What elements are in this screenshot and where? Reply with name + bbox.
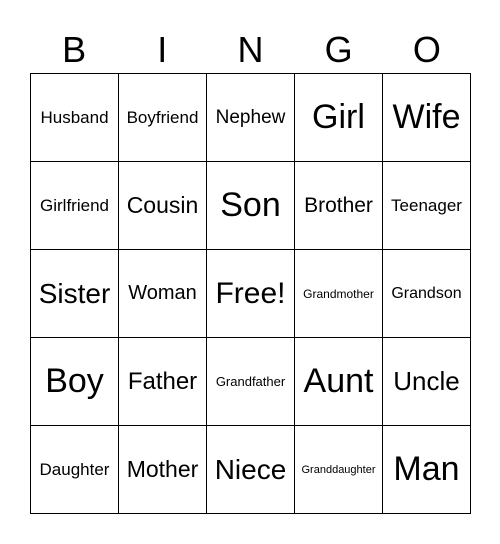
bingo-cell: Sister bbox=[31, 250, 119, 338]
bingo-cell: Nephew bbox=[207, 74, 295, 162]
bingo-cell: Aunt bbox=[295, 338, 383, 426]
bingo-cell: Teenager bbox=[383, 162, 471, 250]
header-letter-b: B bbox=[62, 29, 87, 70]
bingo-cell: Husband bbox=[31, 74, 119, 162]
header-letter-g: G bbox=[324, 29, 353, 70]
bingo-cell: Brother bbox=[295, 162, 383, 250]
bingo-cell: Granddaughter bbox=[295, 426, 383, 514]
bingo-cell: Grandson bbox=[383, 250, 471, 338]
bingo-cell: Grandmother bbox=[295, 250, 383, 338]
bingo-cell: Woman bbox=[119, 250, 207, 338]
header-letter-n: N bbox=[237, 29, 264, 70]
bingo-cell: Father bbox=[119, 338, 207, 426]
bingo-cell: Mother bbox=[119, 426, 207, 514]
bingo-cell: Boyfriend bbox=[119, 74, 207, 162]
bingo-cell: Son bbox=[207, 162, 295, 250]
bingo-cell: Uncle bbox=[383, 338, 471, 426]
bingo-header: B I N G O bbox=[30, 28, 471, 72]
bingo-cell: Man bbox=[383, 426, 471, 514]
bingo-cell: Free! bbox=[207, 250, 295, 338]
bingo-cell: Girlfriend bbox=[31, 162, 119, 250]
bingo-grid: Husband Boyfriend Nephew Girl Wife Girlfriend… bbox=[30, 73, 471, 514]
bingo-cell: Wife bbox=[383, 74, 471, 162]
header-letter-o: O bbox=[412, 29, 441, 70]
bingo-cell: Girl bbox=[295, 74, 383, 162]
bingo-cell: Niece bbox=[207, 426, 295, 514]
bingo-cell: Cousin bbox=[119, 162, 207, 250]
bingo-cell: Boy bbox=[31, 338, 119, 426]
bingo-cell: Grandfather bbox=[207, 338, 295, 426]
header-letter-i: I bbox=[157, 29, 168, 70]
bingo-cell: Daughter bbox=[31, 426, 119, 514]
